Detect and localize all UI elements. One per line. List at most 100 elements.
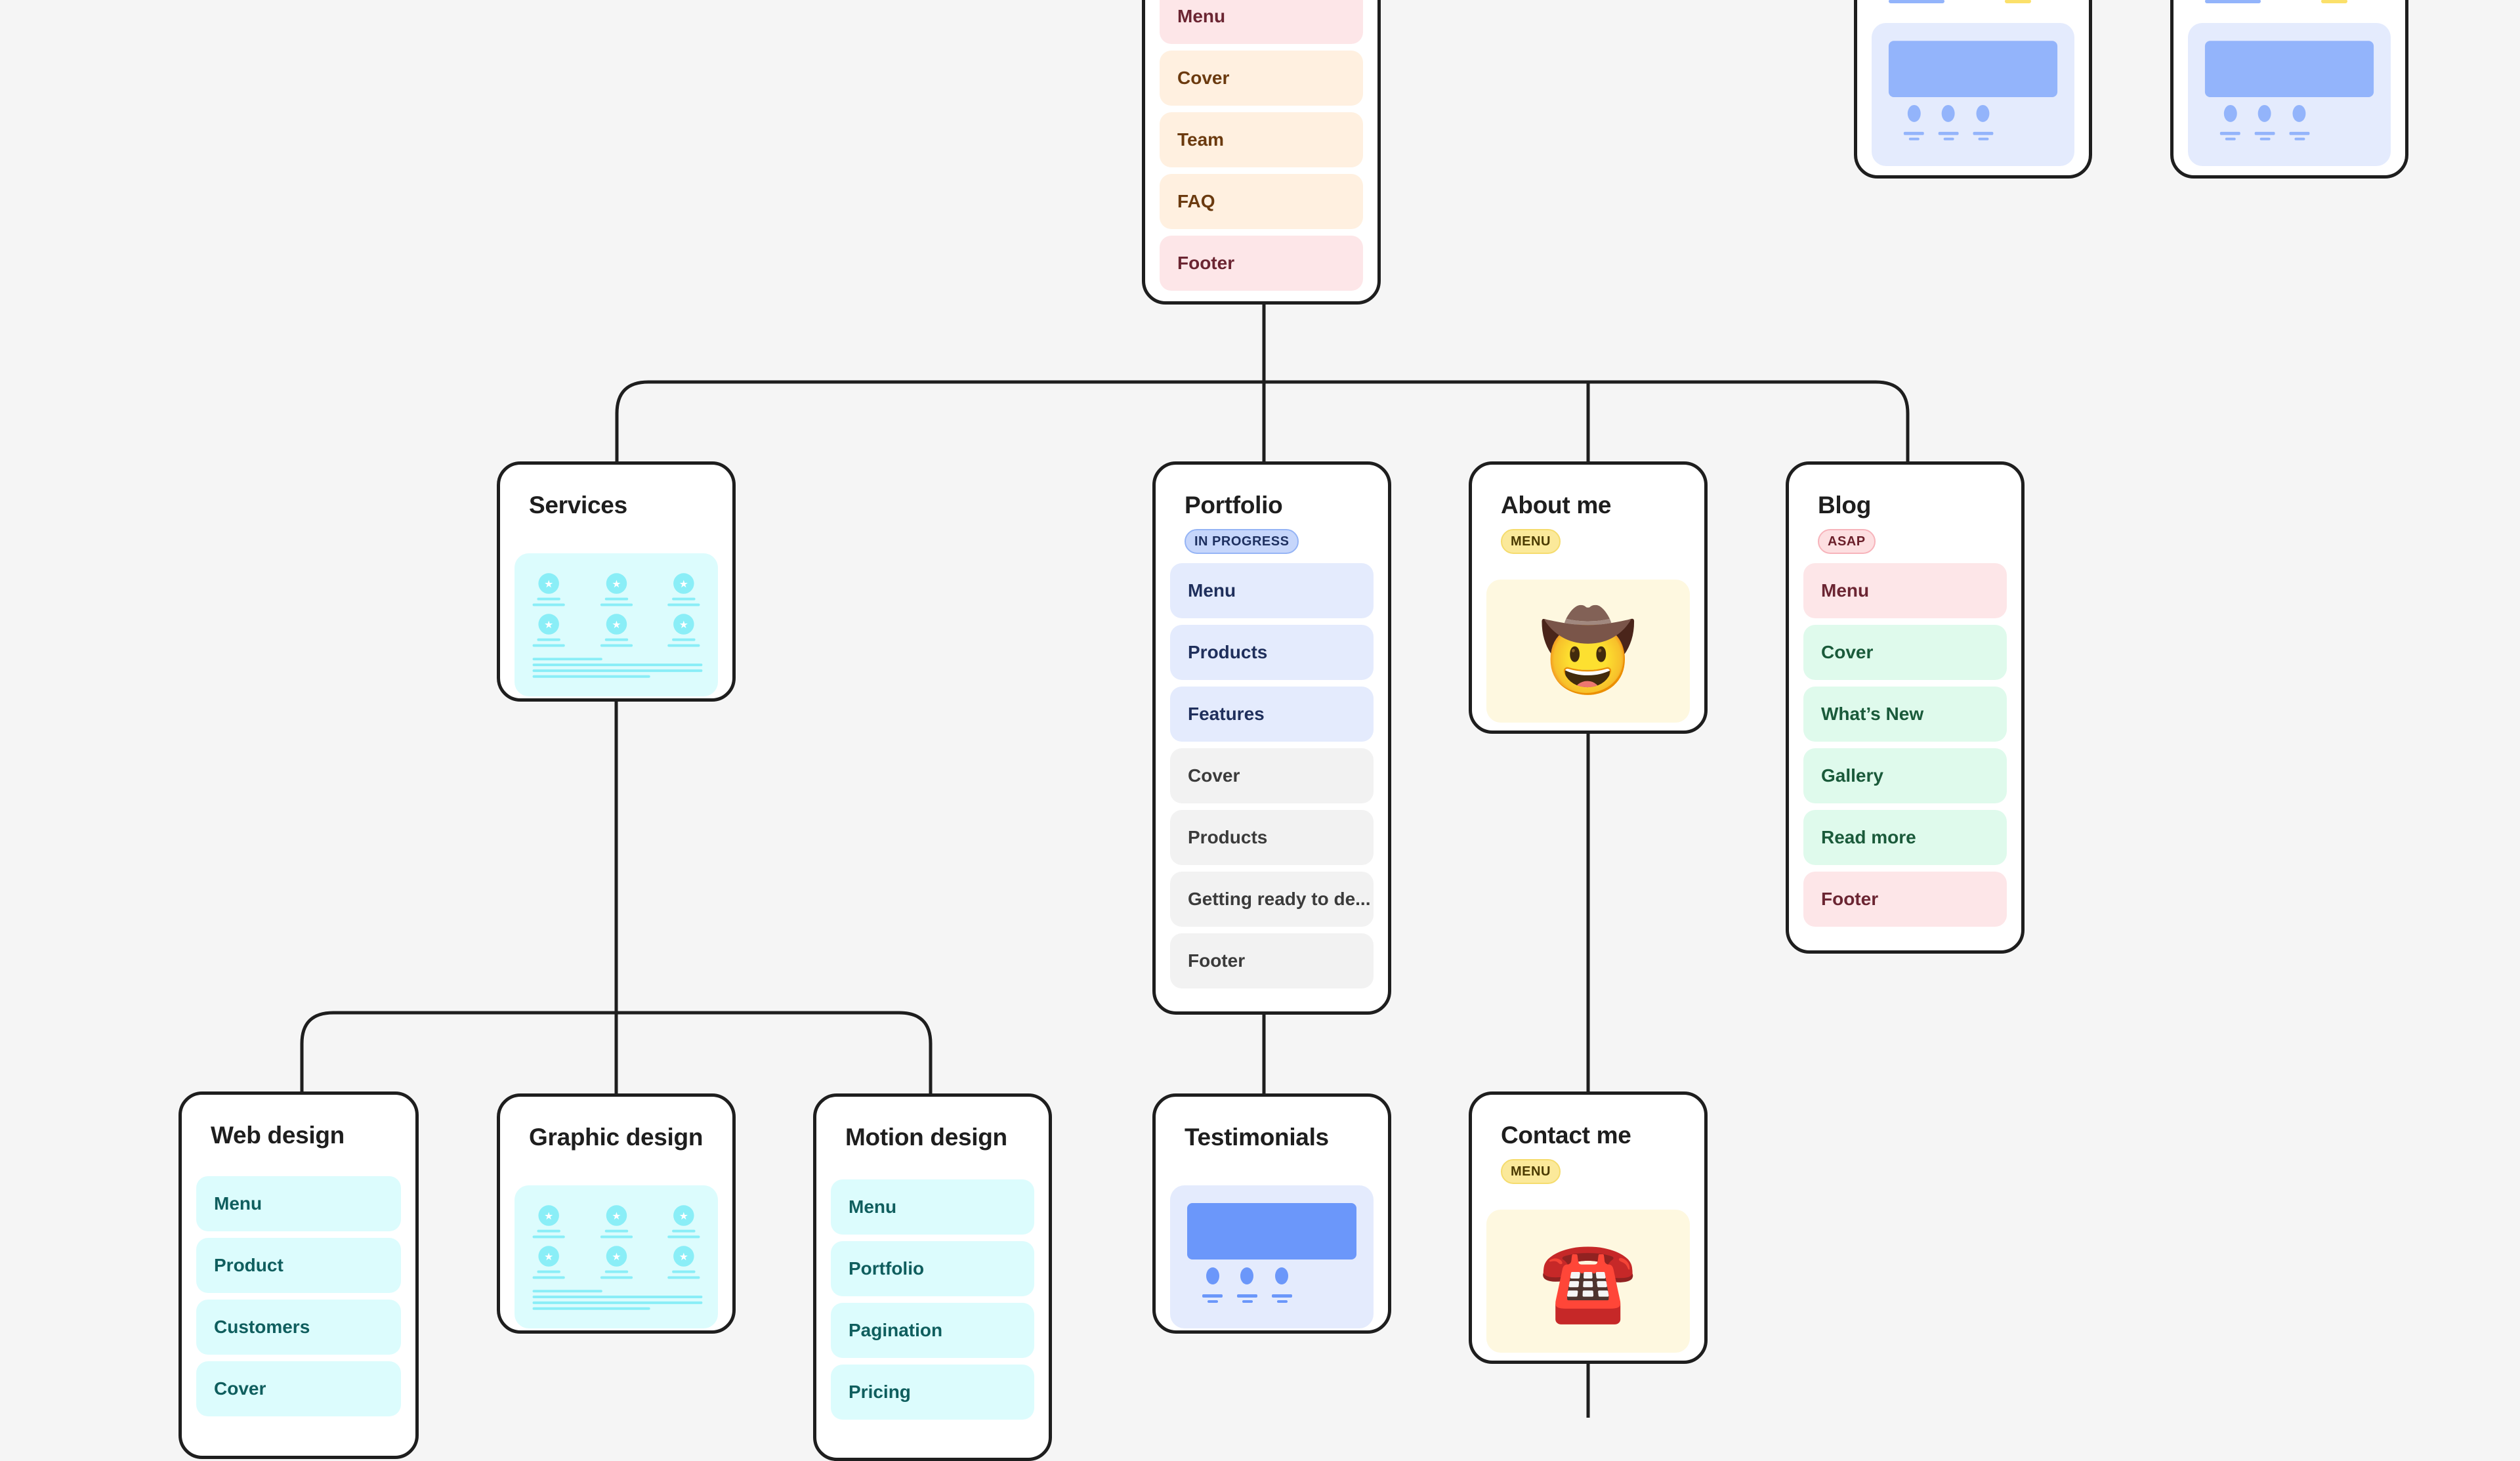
text-line: [600, 1276, 633, 1279]
section-item[interactable]: Footer: [1160, 236, 1363, 291]
status-badge: MENU: [1501, 529, 1561, 554]
paragraph-line: [532, 1307, 650, 1310]
section-item[interactable]: Cover: [196, 1361, 401, 1416]
feature-grid-wireframe: ★ ★ ★ ★ ★ ★: [532, 573, 703, 678]
wireframe-bar-blue: [1889, 0, 1944, 3]
section-item[interactable]: Pricing: [831, 1365, 1034, 1420]
text-line: [537, 638, 560, 641]
page-card-top-right-2[interactable]: [2170, 0, 2408, 179]
status-badge: ASAP: [1818, 529, 1876, 554]
section-item[interactable]: FAQ: [1160, 174, 1363, 229]
section-item[interactable]: Cover: [1170, 748, 1374, 803]
testimonial-wireframe-preview: [2188, 23, 2391, 166]
section-item[interactable]: Getting ready to de...: [1170, 872, 1374, 927]
section-item[interactable]: Customers: [196, 1300, 401, 1355]
paragraph-line: [532, 1296, 703, 1298]
star-icon: ★: [679, 1211, 688, 1222]
section-item[interactable]: Pagination: [831, 1303, 1034, 1358]
wireframe-bar-blue: [2205, 0, 2261, 3]
star-icon: ★: [544, 620, 553, 631]
portfolio-card[interactable]: Portfolio IN PROGRESS Menu Products Featur…: [1152, 461, 1391, 1015]
card-title: Portfolio: [1185, 492, 1283, 519]
star-icon: ★: [679, 620, 688, 631]
text-line: [600, 603, 633, 606]
web-design-section-list: Menu Product Customers Cover: [196, 1176, 401, 1416]
section-item[interactable]: Products: [1170, 625, 1374, 680]
blog-section-list: Menu Cover What’s New Gallery Read more Foote…: [1803, 563, 2007, 927]
motion-design-card[interactable]: Motion design Menu Portfolio Pagination Pri…: [813, 1093, 1052, 1461]
text-line: [672, 638, 696, 641]
text-line: [672, 1229, 696, 1233]
testimonial-wireframe: [1187, 1203, 1356, 1303]
paragraph-line: [532, 664, 703, 666]
section-item[interactable]: Products: [1170, 810, 1374, 865]
portfolio-section-list: Menu Products Features Cover Products Getting…: [1170, 563, 1374, 988]
web-design-card[interactable]: Web design Menu Product Customers Cover: [178, 1091, 419, 1459]
text-line: [667, 1235, 700, 1239]
section-item[interactable]: Cover: [1803, 625, 2007, 680]
text-line: [537, 1270, 560, 1273]
section-item[interactable]: Product: [196, 1238, 401, 1293]
section-item[interactable]: Gallery: [1803, 748, 2007, 803]
feature-grid-preview: ★ ★ ★ ★ ★ ★: [514, 553, 718, 696]
star-icon: ★: [544, 579, 553, 590]
star-icon: ★: [679, 1252, 688, 1263]
home-page-card[interactable]: Menu Cover Team FAQ Footer: [1142, 0, 1381, 305]
section-item[interactable]: Menu: [196, 1176, 401, 1231]
paragraph-line: [532, 1290, 602, 1293]
card-title: About me: [1501, 492, 1612, 519]
emoji-preview: ☎️: [1486, 1210, 1690, 1353]
about-me-card[interactable]: About me MENU 🤠: [1469, 461, 1708, 734]
blog-card[interactable]: Blog ASAP Menu Cover What’s New Gallery Read…: [1786, 461, 2025, 954]
paragraph-line: [532, 1301, 703, 1304]
section-item[interactable]: What’s New: [1803, 687, 2007, 742]
text-line: [532, 644, 565, 647]
home-section-list: Menu Cover Team FAQ Footer: [1160, 0, 1363, 291]
text-line: [600, 644, 633, 647]
wireframe-bar-yellow: [2005, 0, 2031, 3]
text-line: [604, 1270, 629, 1273]
testimonial-wireframe-preview: [1170, 1185, 1374, 1328]
contact-me-card[interactable]: Contact me MENU ☎️: [1469, 1091, 1708, 1364]
graphic-design-card[interactable]: Graphic design ★ ★ ★ ★ ★ ★: [497, 1093, 736, 1334]
card-title: Motion design: [845, 1124, 1007, 1151]
feature-grid-wireframe: ★ ★ ★ ★ ★ ★: [532, 1205, 703, 1310]
star-icon: ★: [612, 1252, 621, 1263]
section-item[interactable]: Portfolio: [831, 1241, 1034, 1296]
section-item[interactable]: Footer: [1803, 872, 2007, 927]
section-item[interactable]: Menu: [831, 1179, 1034, 1235]
page-card-top-right-1[interactable]: [1854, 0, 2092, 179]
section-item[interactable]: Menu: [1160, 0, 1363, 44]
motion-design-section-list: Menu Portfolio Pagination Pricing: [831, 1179, 1034, 1420]
section-item[interactable]: Menu: [1803, 563, 2007, 618]
card-title: Blog: [1818, 492, 1872, 519]
text-line: [532, 603, 565, 606]
text-line: [604, 638, 629, 641]
star-icon: ★: [612, 1211, 621, 1222]
text-line: [604, 597, 629, 601]
testimonial-wireframe: [2204, 41, 2374, 140]
feature-grid-preview: ★ ★ ★ ★ ★ ★: [514, 1185, 718, 1328]
emoji-preview: 🤠: [1486, 580, 1690, 723]
status-badge: IN PROGRESS: [1185, 529, 1299, 554]
section-item[interactable]: Footer: [1170, 933, 1374, 988]
star-icon: ★: [544, 1252, 553, 1263]
status-badge: MENU: [1501, 1159, 1561, 1184]
section-item[interactable]: Menu: [1170, 563, 1374, 618]
text-line: [672, 597, 696, 601]
star-icon: ★: [544, 1211, 553, 1222]
testimonial-wireframe-preview: [1872, 23, 2074, 166]
testimonials-card[interactable]: Testimonials: [1152, 1093, 1391, 1334]
star-icon: ★: [612, 579, 621, 590]
testimonial-wireframe: [1888, 41, 2058, 140]
services-card[interactable]: Services ★ ★ ★ ★ ★ ★: [497, 461, 736, 702]
telephone-icon: ☎️: [1539, 1237, 1637, 1325]
card-title: Contact me: [1501, 1122, 1631, 1149]
section-item[interactable]: Cover: [1160, 51, 1363, 106]
section-item[interactable]: Features: [1170, 687, 1374, 742]
section-item[interactable]: Team: [1160, 112, 1363, 167]
text-line: [667, 644, 700, 647]
card-title: Services: [529, 492, 627, 519]
text-line: [604, 1229, 629, 1233]
section-item[interactable]: Read more: [1803, 810, 2007, 865]
